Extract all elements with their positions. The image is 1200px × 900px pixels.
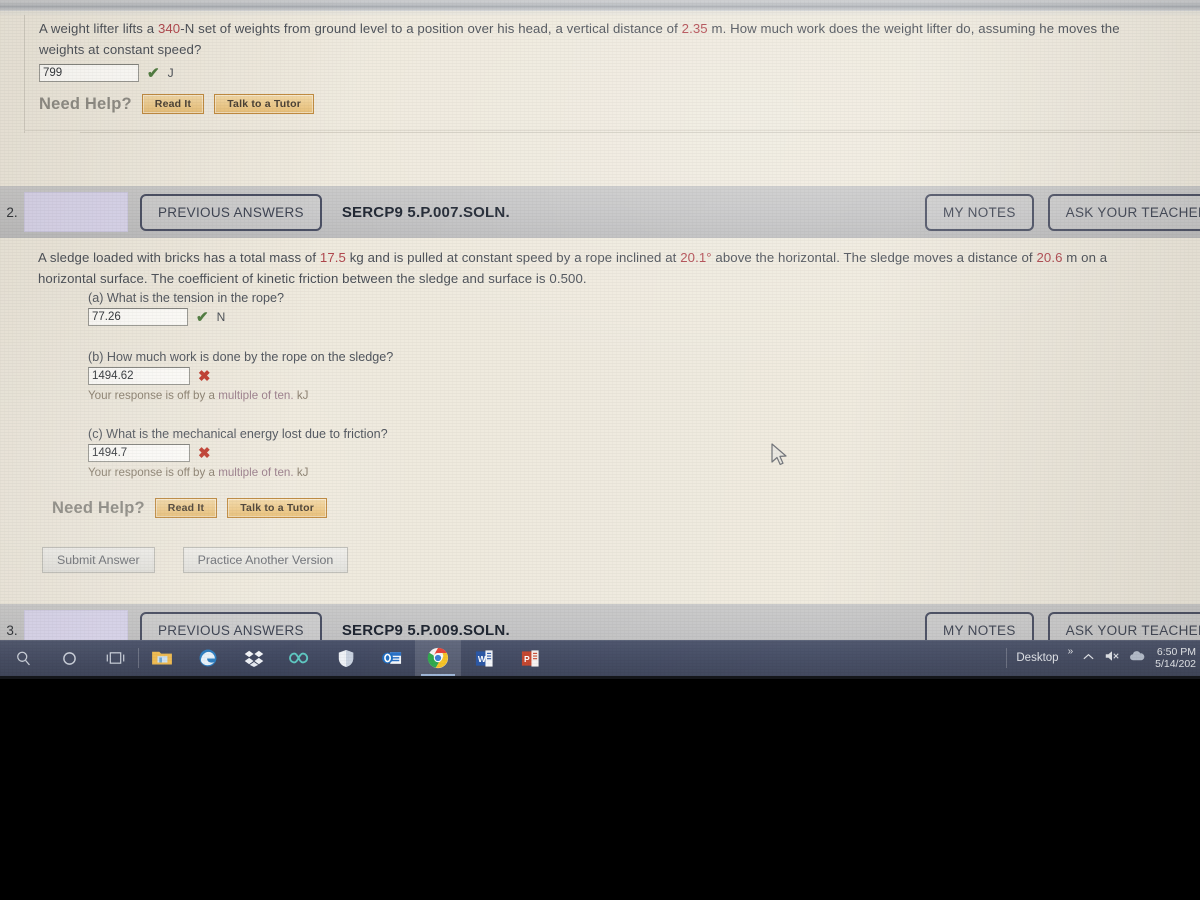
part-a-unit: N: [216, 310, 226, 324]
question-2-my-notes-button[interactable]: MY NOTES: [924, 193, 1034, 231]
taskbar-clock[interactable]: 6:50 PM 5/14/202: [1155, 646, 1196, 670]
q1-text-part-1: A weight lifter lifts a: [39, 21, 158, 36]
part-a-label: (a) What is the tension in the rope?: [88, 291, 285, 305]
part-b-error-post: kJ: [293, 389, 309, 402]
question-3-index: 3.: [6, 622, 18, 638]
q2-need-help-label: Need Help?: [52, 498, 145, 517]
practice-another-version-button[interactable]: Practice Another Version: [182, 547, 349, 573]
infinity-icon[interactable]: [277, 640, 323, 676]
system-tray: Desktop » 6:50 PM 5/14/202: [1006, 640, 1200, 676]
screen-photo: A weight lifter lifts a 340-N set of wei…: [0, 0, 1200, 676]
defender-shield-icon[interactable]: [323, 640, 369, 676]
speaker-muted-icon[interactable]: [1104, 649, 1120, 668]
task-view-icon[interactable]: [92, 640, 138, 676]
question-2-ask-your-teacher-button[interactable]: ASK YOUR TEACHER: [1047, 193, 1200, 231]
q1-answer-input[interactable]: [39, 64, 139, 82]
question-1-panel: A weight lifter lifts a 340-N set of wei…: [24, 15, 1200, 133]
chevron-up-icon[interactable]: [1082, 649, 1095, 667]
clock-date: 5/14/202: [1155, 658, 1196, 670]
part-b-error-highlight: multiple of ten.: [218, 389, 294, 402]
screen-bottom-edge: [0, 676, 1200, 679]
edge-icon[interactable]: [185, 640, 231, 676]
question-2-stem: A sledge loaded with bricks has a total …: [38, 247, 1198, 289]
browser-chrome-strip: [0, 0, 1200, 11]
part-c-label: (c) What is the mechanical energy lost d…: [88, 427, 388, 441]
question-2-code: SERCP9 5.P.007.SOLN.: [341, 203, 510, 221]
question-2-part-c: (c) What is the mechanical energy lost d…: [88, 427, 388, 479]
q2-value-mass: 17.5: [319, 250, 346, 265]
cross-icon: ✖: [198, 444, 211, 462]
q2-stem-part-2: kg and is pulled at constant speed by a …: [345, 250, 681, 265]
question-1-text: A weight lifter lifts a 340-N set of wei…: [39, 18, 1200, 114]
q2-read-it-button[interactable]: Read It: [154, 498, 218, 518]
section-divider-2: [80, 132, 1200, 133]
q1-value-340: 340: [157, 21, 181, 36]
q1-read-it-button[interactable]: Read It: [141, 94, 205, 114]
powerpoint-icon[interactable]: P: [507, 640, 553, 676]
submit-answer-button[interactable]: Submit Answer: [42, 547, 155, 573]
question-2-previous-answers-button[interactable]: PREVIOUS ANSWERS: [140, 193, 322, 231]
q1-need-help-label: Need Help?: [39, 94, 132, 113]
q1-answer-unit: J: [167, 66, 174, 80]
word-icon[interactable]: W: [461, 640, 507, 676]
file-explorer-icon[interactable]: [139, 640, 185, 676]
windows-taskbar: W P Desktop » 6:50 PM 5/14/202: [0, 640, 1200, 676]
clock-time: 6:50 PM: [1156, 646, 1196, 658]
desktop-label[interactable]: Desktop: [1016, 652, 1058, 664]
part-b-answer-input[interactable]: [88, 367, 190, 385]
question-2-header-actions: MY NOTES ASK YOUR TEACHER: [924, 186, 1200, 238]
cortana-icon[interactable]: [46, 640, 92, 676]
part-b-error-pre: Your response is off by a: [88, 389, 219, 402]
check-icon: ✔: [147, 64, 160, 82]
search-icon[interactable]: [0, 640, 46, 676]
question-2-actions: Submit Answer Practice Another Version: [42, 547, 349, 573]
q1-text-line2: weights at constant speed?: [39, 42, 202, 57]
overflow-chevron-label[interactable]: »: [1068, 646, 1074, 657]
chrome-icon[interactable]: [415, 640, 461, 676]
part-b-label: (b) How much work is done by the rope on…: [88, 350, 394, 364]
part-b-error-message: Your response is off by a multiple of te…: [88, 389, 393, 402]
question-2-header: 2. PREVIOUS ANSWERS SERCP9 5.P.007.SOLN.…: [0, 186, 1200, 238]
part-c-error-pre: Your response is off by a: [88, 466, 219, 479]
q2-stem-part-1: A sledge loaded with bricks has a total …: [38, 250, 320, 265]
check-icon: ✔: [196, 308, 209, 326]
q2-value-distance: 20.6: [1036, 250, 1063, 265]
q1-text-part-3: m. How much work does the weight lifter …: [707, 21, 1120, 36]
question-2-index: 2.: [6, 204, 18, 220]
question-3-code: SERCP9 5.P.009.SOLN.: [341, 621, 510, 639]
q2-value-angle: 20.1°: [680, 250, 712, 265]
question-2-part-a: (a) What is the tension in the rope? ✔ N: [88, 291, 284, 326]
dark-background-area: [0, 676, 1200, 900]
question-2-part-b: (b) How much work is done by the rope on…: [88, 350, 393, 402]
q1-text-part-2: -N set of weights from ground level to a…: [180, 21, 682, 36]
part-c-error-message: Your response is off by a multiple of te…: [88, 466, 388, 479]
outlook-icon[interactable]: [369, 640, 415, 676]
dropbox-icon[interactable]: [231, 640, 277, 676]
part-c-answer-input[interactable]: [88, 444, 190, 462]
question-2-score-box: [24, 192, 128, 232]
svg-text:P: P: [524, 653, 530, 663]
q1-value-235: 2.35: [681, 21, 708, 36]
cloud-icon[interactable]: [1129, 649, 1146, 667]
cross-icon: ✖: [198, 367, 211, 385]
part-c-error-highlight: multiple of ten.: [218, 466, 294, 479]
q2-stem-part-3: above the horizontal. The sledge moves a…: [711, 250, 1037, 265]
tray-divider: [1006, 648, 1008, 668]
q2-stem-part-4: m on a: [1062, 250, 1108, 265]
q1-talk-to-tutor-button[interactable]: Talk to a Tutor: [214, 94, 314, 114]
part-c-error-post: kJ: [293, 466, 309, 479]
q2-stem-line2: horizontal surface. The coefficient of k…: [38, 271, 587, 286]
mouse-cursor: [771, 443, 787, 466]
question-2-need-help: Need Help? Read It Talk to a Tutor: [52, 498, 327, 518]
section-divider: [24, 130, 1200, 131]
q2-talk-to-tutor-button[interactable]: Talk to a Tutor: [227, 498, 327, 518]
part-a-answer-input[interactable]: [88, 308, 188, 326]
